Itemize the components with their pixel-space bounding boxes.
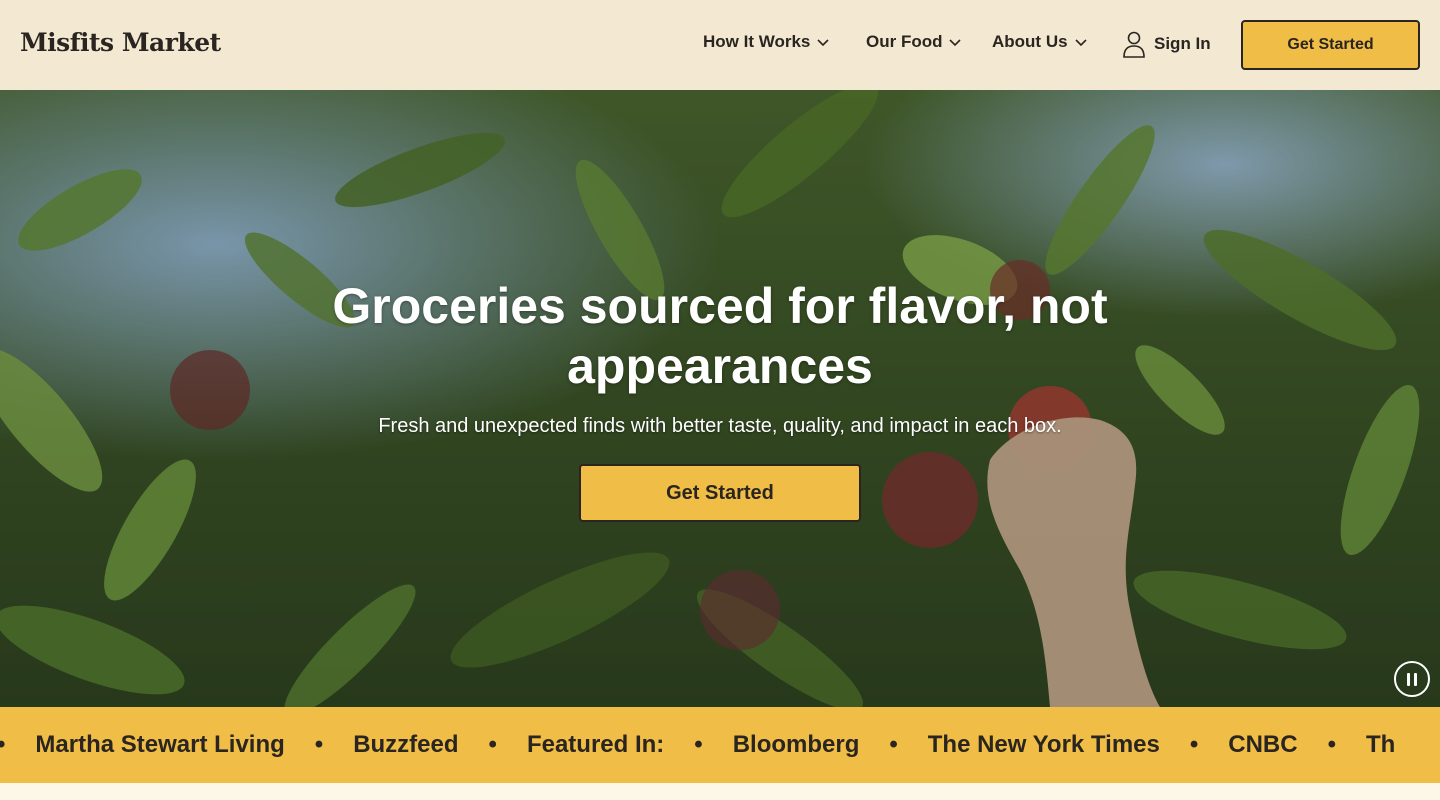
chevron-down-icon bbox=[1074, 39, 1087, 47]
ticker-track: • Martha Stewart Living • Buzzfeed • Featured… bbox=[0, 707, 1395, 783]
ticker-separator: • bbox=[0, 731, 5, 759]
ticker-item: Buzzfeed bbox=[353, 731, 459, 758]
hero-subhead: Fresh and unexpected finds with better t… bbox=[378, 415, 1062, 437]
logo[interactable]: Misfits Market bbox=[20, 28, 221, 57]
get-started-button[interactable]: Get Started bbox=[1241, 20, 1420, 70]
ticker-separator: • bbox=[1327, 731, 1336, 758]
ticker-separator: • bbox=[694, 731, 703, 758]
ticker-item: CNBC bbox=[1228, 731, 1298, 758]
ticker-item: Featured In: bbox=[526, 731, 665, 758]
ticker-item: The New York Times bbox=[927, 731, 1160, 758]
sign-in-link[interactable]: Sign In bbox=[1122, 30, 1211, 58]
ticker-separator: • bbox=[314, 731, 324, 758]
sign-in-label: Sign In bbox=[1154, 34, 1211, 53]
nav-our-food[interactable]: Our Food bbox=[866, 32, 962, 52]
hero-get-started-button[interactable]: Get Started bbox=[579, 464, 861, 522]
hero-headline: Groceries sourced for flavor, not appear… bbox=[0, 276, 1440, 396]
nav-label: Our Food bbox=[866, 32, 943, 51]
pause-video-button[interactable] bbox=[1394, 661, 1430, 697]
ticker-item: Th bbox=[1366, 731, 1396, 758]
ticker-item: Martha Stewart Living bbox=[35, 731, 285, 758]
headline-line-1: Groceries sourced for flavor, not bbox=[332, 278, 1108, 334]
pause-icon-bar bbox=[1414, 672, 1417, 686]
hero-overlay bbox=[0, 90, 1440, 707]
hero-section: Groceries sourced for flavor, not appear… bbox=[0, 90, 1440, 707]
press-ticker: • Martha Stewart Living • Buzzfeed • Featured… bbox=[0, 707, 1440, 783]
ticker-separator: • bbox=[889, 731, 898, 758]
nav-label: How It Works bbox=[703, 32, 811, 51]
headline-line-2: appearances bbox=[567, 338, 873, 394]
nav-how-it-works[interactable]: How It Works bbox=[703, 32, 830, 52]
user-icon bbox=[1123, 31, 1145, 58]
page-bottom-strip bbox=[0, 783, 1440, 800]
nav-label: About Us bbox=[992, 32, 1068, 51]
chevron-down-icon bbox=[817, 39, 829, 47]
nav-about-us[interactable]: About Us bbox=[992, 32, 1088, 52]
chevron-down-icon bbox=[949, 39, 962, 47]
pause-icon-bar bbox=[1407, 672, 1410, 686]
ticker-item: Bloomberg bbox=[732, 731, 860, 758]
ticker-separator: • bbox=[1189, 731, 1199, 758]
ticker-separator: • bbox=[488, 731, 497, 758]
site-header: Misfits Market How It Works Our Food Abo… bbox=[0, 0, 1440, 90]
